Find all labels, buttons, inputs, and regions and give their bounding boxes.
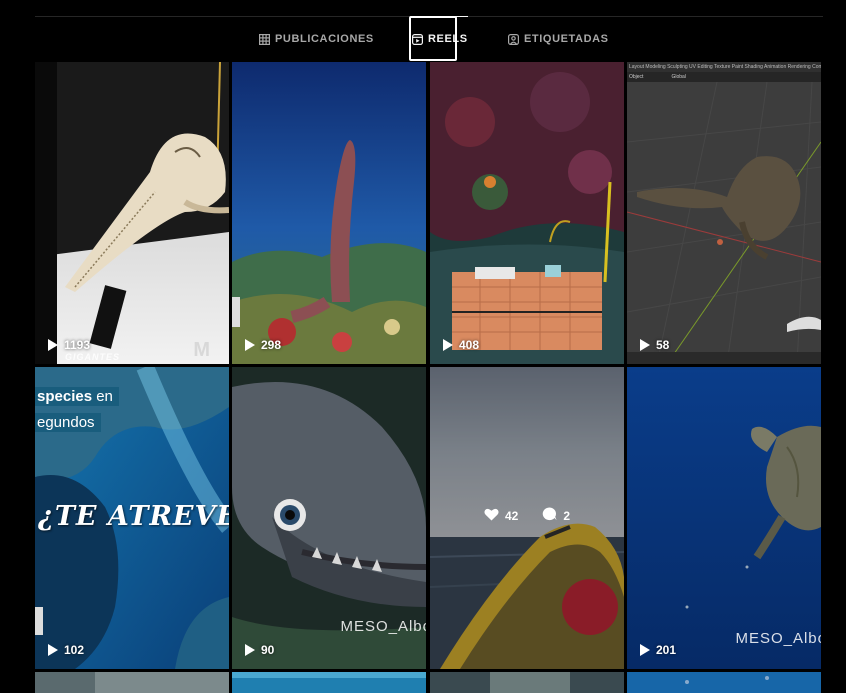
reel-tile[interactable]: GIGANTES M 1193 bbox=[35, 62, 229, 364]
reel-tile-partial[interactable] bbox=[430, 672, 624, 693]
reel-tile[interactable]: 298 bbox=[232, 62, 426, 364]
tab-etiquetadas[interactable]: ETIQUETADAS bbox=[508, 17, 609, 61]
profile-tabs: PUBLICACIONES REELS ETIQUETADAS bbox=[0, 16, 846, 61]
reel-tile[interactable]: MESO_Albo 90 bbox=[232, 367, 426, 669]
watermark-gigantes: GIGANTES bbox=[65, 352, 121, 362]
tab-label: REELS bbox=[428, 33, 468, 45]
blender-workspace-tabs: Layout Modeling Sculpting UV Editing Tex… bbox=[627, 62, 821, 72]
tagged-icon bbox=[508, 33, 519, 45]
reel-thumbnail-sea-turtle bbox=[627, 367, 821, 669]
play-icon bbox=[245, 644, 255, 656]
reel-tile-partial[interactable] bbox=[232, 672, 426, 693]
comments-stat: 2 bbox=[542, 507, 570, 524]
reel-thumbnail-partial bbox=[232, 672, 426, 693]
reel-thumbnail-sea-cucumber bbox=[232, 62, 426, 364]
likes-stat: 42 bbox=[484, 507, 518, 524]
comments-value: 2 bbox=[563, 508, 571, 523]
play-icon bbox=[640, 644, 650, 656]
views-value: 408 bbox=[459, 338, 480, 352]
reel-thumbnail-underwater-box bbox=[430, 62, 624, 364]
reel-tile-partial[interactable] bbox=[35, 672, 229, 693]
tab-label: ETIQUETADAS bbox=[524, 33, 609, 45]
reel-caption-line: egundos bbox=[35, 413, 101, 432]
play-icon bbox=[640, 339, 650, 351]
tab-reels[interactable]: REELS bbox=[412, 16, 468, 61]
heart-icon bbox=[484, 508, 499, 524]
watermark-meso-albo: MESO_Albo bbox=[340, 618, 426, 635]
caption-rest: en bbox=[92, 388, 113, 405]
comment-icon bbox=[542, 507, 557, 524]
reel-thumbnail-blender-skull bbox=[627, 62, 821, 364]
views-value: 102 bbox=[64, 643, 85, 657]
reel-view-count: 90 bbox=[245, 643, 274, 657]
reel-caption-line: species en bbox=[35, 387, 119, 406]
reel-view-count: 408 bbox=[443, 338, 479, 352]
likes-value: 42 bbox=[504, 508, 519, 523]
blender-mode-label: Object bbox=[629, 74, 644, 80]
grid-icon bbox=[259, 33, 270, 45]
reel-view-count: 1193 bbox=[48, 338, 90, 352]
reel-hover-stats: 42 2 bbox=[430, 507, 624, 524]
m-logo-watermark: M bbox=[193, 339, 211, 361]
views-value: 298 bbox=[261, 338, 282, 352]
play-icon bbox=[48, 644, 58, 656]
profile-reels-page: PUBLICACIONES REELS ETIQUETADAS GIGANTES… bbox=[0, 0, 846, 693]
reel-view-count: 58 bbox=[640, 338, 669, 352]
blender-header: Object Global bbox=[627, 72, 821, 82]
reel-headline: ¿TE ATREVES? bbox=[38, 501, 229, 532]
reel-tile-hovered[interactable]: 42 2 bbox=[430, 367, 624, 669]
reel-view-count: 201 bbox=[640, 643, 676, 657]
reel-thumbnail-dolphin-skull bbox=[35, 62, 229, 364]
caption-highlight: species bbox=[37, 388, 93, 405]
reel-thumbnail-partial bbox=[35, 672, 229, 693]
reels-icon bbox=[412, 33, 423, 45]
watermark-meso-albo: MESO_Albo bbox=[735, 630, 821, 647]
play-icon bbox=[443, 339, 453, 351]
tab-label: PUBLICACIONES bbox=[275, 33, 374, 45]
views-value: 1193 bbox=[64, 338, 91, 352]
reel-view-count: 298 bbox=[245, 338, 281, 352]
views-value: 58 bbox=[656, 338, 670, 352]
reel-view-count: 102 bbox=[48, 643, 84, 657]
reel-tile[interactable]: Layout Modeling Sculpting UV Editing Tex… bbox=[627, 62, 821, 364]
play-icon bbox=[245, 339, 255, 351]
play-icon bbox=[48, 339, 58, 351]
reel-tile[interactable]: MESO_Albo 201 bbox=[627, 367, 821, 669]
reel-tile-partial[interactable] bbox=[627, 672, 821, 693]
reel-thumbnail-partial bbox=[430, 672, 624, 693]
tab-publicaciones[interactable]: PUBLICACIONES bbox=[259, 17, 374, 61]
blender-orientation-label: Global bbox=[671, 74, 686, 80]
views-value: 90 bbox=[261, 643, 275, 657]
reel-tile[interactable]: species en egundos ¿TE ATREVES? 102 bbox=[35, 367, 229, 669]
views-value: 201 bbox=[656, 643, 677, 657]
reel-thumbnail-partial bbox=[627, 672, 821, 693]
reel-tile[interactable]: 408 bbox=[430, 62, 624, 364]
